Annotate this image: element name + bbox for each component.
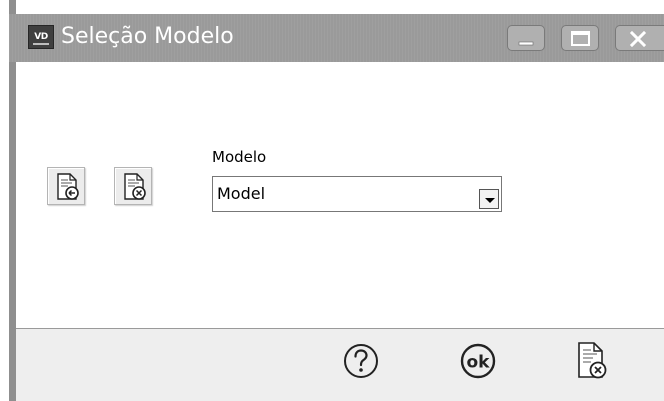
dialog-content: Modelo Model [16, 62, 664, 328]
window-title: Seleção Modelo [61, 24, 234, 49]
document-cancel-icon [578, 342, 607, 379]
modelo-select[interactable]: Model [212, 176, 502, 212]
cancel-button[interactable] [569, 337, 613, 381]
modelo-select-value: Model [217, 184, 266, 203]
footer-bar: ok [16, 329, 664, 401]
ok-icon: ok [460, 343, 496, 379]
help-button[interactable] [339, 339, 383, 383]
ok-button[interactable]: ok [456, 339, 500, 383]
modelo-label: Modelo [212, 148, 267, 166]
modelo-dropdown-button[interactable] [479, 189, 499, 209]
selection-window: VD Seleção Modelo Modelo Model ok [0, 0, 664, 401]
title-bar[interactable]: VD Seleção Modelo [9, 14, 664, 62]
document-arrow-icon [57, 173, 79, 200]
maximize-icon [571, 31, 590, 46]
document-cancel-icon [124, 173, 146, 200]
help-icon [344, 344, 378, 378]
clear-model-button[interactable] [114, 167, 152, 205]
ok-label: ok [467, 353, 491, 373]
chevron-down-icon [485, 198, 495, 203]
minimize-button[interactable] [507, 25, 545, 51]
minimize-icon [518, 41, 534, 46]
app-icon[interactable]: VD [28, 25, 54, 49]
maximize-button[interactable] [561, 25, 599, 51]
apply-model-button[interactable] [47, 167, 85, 205]
close-icon [629, 30, 647, 48]
close-button[interactable] [615, 25, 664, 51]
